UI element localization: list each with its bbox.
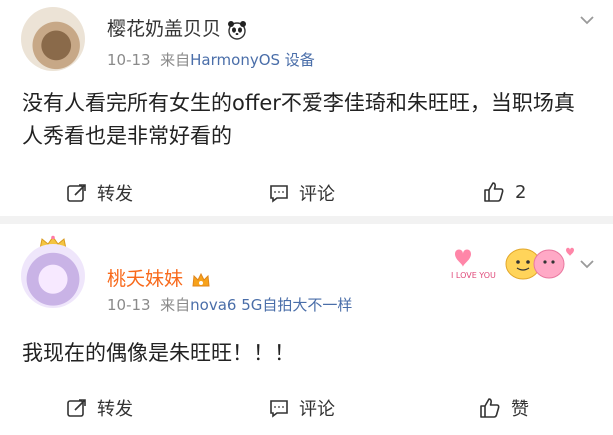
source-prefix: 来自 [160,51,191,69]
post-meta: 10-13 来自nova6 5G自拍大不一样 [107,294,352,315]
post-text: 没有人看完所有女生的offer不爱李佳琦和朱旺旺，当职场真人秀看也是非常好看的 [22,91,575,148]
post-text: 我现在的偶像是朱旺旺！！！ [22,341,295,365]
device-link[interactable]: nova6 5G自拍大不一样 [190,296,352,314]
repost-button[interactable]: 转发 [66,180,133,206]
post-separator [0,216,613,224]
post-date: 10-13 [107,296,151,314]
comment-icon [270,400,288,418]
source-prefix: 来自 [160,296,191,314]
username[interactable]: 樱花奶盖贝贝 [107,18,221,40]
love-sticker: I LOVE YOU [451,247,574,280]
panda-icon [228,20,247,40]
vip-crown-icon [192,272,210,286]
thumbs-up-icon [484,182,504,202]
like-label: 赞 [511,399,529,420]
post-date: 10-13 [107,51,151,69]
repost-icon [67,399,86,417]
comment-icon [270,185,288,203]
like-count: 2 [515,181,527,203]
avatar[interactable] [21,244,85,308]
chevron-down-icon[interactable] [578,255,596,273]
comment-button[interactable]: 评论 [268,180,335,206]
thumbs-up-icon [480,398,500,418]
username-row: 桃夭妹妹 [107,264,211,291]
repost-label: 转发 [97,184,133,205]
post-meta: 10-13 来自HarmonyOS 设备 [107,49,315,70]
device-link[interactable]: HarmonyOS 设备 [190,51,315,69]
repost-label: 转发 [97,399,133,420]
avatar[interactable] [21,7,85,71]
username-row: 樱花奶盖贝贝 [107,14,247,41]
repost-button[interactable]: 转发 [66,395,133,421]
post-card-1: 樱花奶盖贝贝 10-13 来自HarmonyOS 设备 没有人看完所有女生的of… [0,0,613,216]
comment-label: 评论 [299,184,335,205]
comment-label: 评论 [299,399,335,420]
comment-button[interactable]: 评论 [268,395,335,421]
like-button[interactable]: 2 [482,180,526,204]
repost-icon [67,184,86,202]
username[interactable]: 桃夭妹妹 [107,268,183,290]
love-text: I LOVE YOU [451,271,496,280]
like-button[interactable]: 赞 [478,395,529,421]
chevron-down-icon[interactable] [578,11,596,29]
